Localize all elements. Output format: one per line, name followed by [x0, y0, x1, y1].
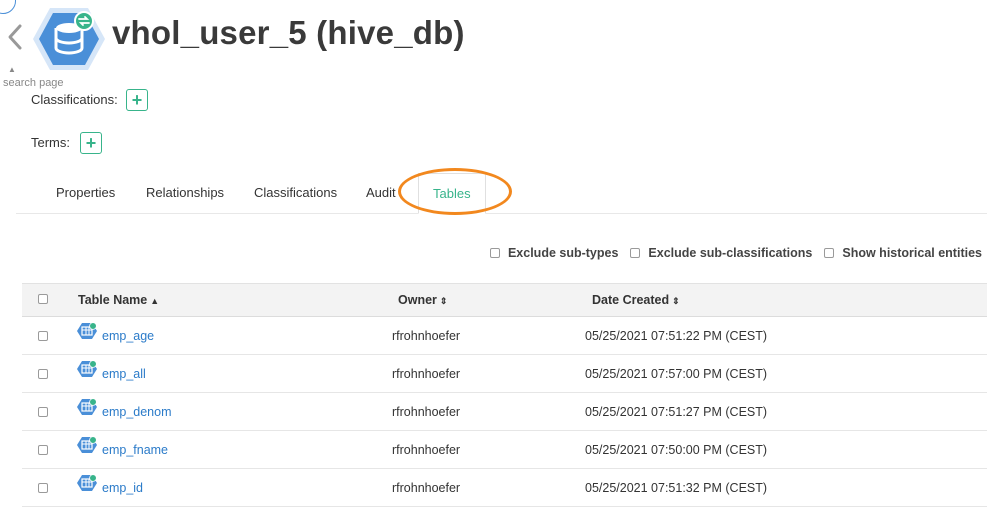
row-checkbox[interactable] — [38, 483, 48, 493]
row-checkbox[interactable] — [38, 331, 48, 341]
tab-tables[interactable]: Tables — [418, 173, 486, 214]
table-name-cell: emp_id — [77, 469, 143, 507]
show-historical-entities-filter[interactable]: Show historical entities — [824, 246, 982, 260]
table-name-cell: emp_age — [77, 317, 154, 355]
table-row: emp_id rfrohnhoefer 05/25/2021 07:51:32 … — [22, 469, 987, 507]
select-all-checkbox[interactable] — [38, 294, 48, 304]
column-header-date-created[interactable]: Date Created ⇕ — [592, 284, 680, 318]
table-name-link[interactable]: emp_all — [102, 355, 146, 393]
tables-table: Table Name ▲ Owner ⇕ Date Created ⇕ emp_age — [22, 283, 987, 507]
exclude-sub-classifications-filter[interactable]: Exclude sub-classifications — [630, 246, 812, 260]
date-created-cell: 05/25/2021 07:51:27 PM (CEST) — [585, 405, 768, 419]
exclude-sub-types-filter[interactable]: Exclude sub-types — [489, 246, 619, 260]
tab-classifications[interactable]: Classifications — [254, 173, 337, 213]
column-header-label: Owner — [398, 293, 437, 307]
sort-icon: ⇕ — [672, 296, 680, 306]
plus-icon: + — [85, 133, 97, 153]
tab-relationships[interactable]: Relationships — [146, 173, 224, 213]
add-classification-button[interactable]: + — [126, 89, 148, 111]
tab-audit[interactable]: Audit — [366, 173, 396, 213]
date-created-cell: 05/25/2021 07:51:32 PM (CEST) — [585, 481, 768, 495]
table-icon — [77, 393, 97, 431]
add-term-button[interactable]: + — [80, 132, 102, 154]
table-header: Table Name ▲ Owner ⇕ Date Created ⇕ — [22, 283, 987, 317]
table-name-cell: emp_all — [77, 355, 146, 393]
classifications-label: Classifications: — [31, 92, 118, 107]
table-row: emp_fname rfrohnhoefer 05/25/2021 07:50:… — [22, 431, 987, 469]
date-created-cell: 05/25/2021 07:51:22 PM (CEST) — [585, 329, 768, 343]
search-page-link[interactable]: search page — [3, 77, 64, 89]
table-name-link[interactable]: emp_denom — [102, 393, 172, 431]
table-name-link[interactable]: emp_age — [102, 317, 154, 355]
database-icon — [32, 6, 106, 72]
table-row: emp_all rfrohnhoefer 05/25/2021 07:57:00… — [22, 355, 987, 393]
tab-properties[interactable]: Properties — [56, 173, 115, 213]
column-header-owner[interactable]: Owner ⇕ — [398, 284, 447, 318]
table-row: emp_age rfrohnhoefer 05/25/2021 07:51:22… — [22, 317, 987, 355]
page-title: vhol_user_5 (hive_db) — [112, 14, 465, 51]
row-checkbox[interactable] — [38, 407, 48, 417]
sort-ascending-icon: ▲ — [150, 296, 160, 306]
column-header-label: Date Created — [592, 293, 670, 307]
exclude-sub-classifications-checkbox[interactable] — [630, 248, 641, 258]
table-name-link[interactable]: emp_id — [102, 469, 143, 507]
filter-options: Exclude sub-types Exclude sub-classifica… — [478, 244, 982, 262]
table-name-link[interactable]: emp_fname — [102, 431, 168, 469]
row-checkbox[interactable] — [38, 445, 48, 455]
show-historical-entities-label: Show historical entities — [842, 246, 982, 260]
exclude-sub-types-checkbox[interactable] — [489, 248, 500, 258]
owner-cell: rfrohnhoefer — [392, 481, 461, 495]
back-chevron-icon[interactable] — [4, 22, 26, 52]
table-name-cell: emp_fname — [77, 431, 168, 469]
owner-cell: rfrohnhoefer — [392, 367, 461, 381]
exclude-sub-classifications-label: Exclude sub-classifications — [648, 246, 813, 260]
entity-tabs: Properties Relationships Classifications… — [16, 173, 987, 214]
column-header-label: Table Name — [78, 293, 148, 307]
row-checkbox[interactable] — [38, 369, 48, 379]
column-header-table-name[interactable]: Table Name ▲ — [78, 284, 159, 318]
table-icon — [77, 355, 97, 393]
show-historical-entities-checkbox[interactable] — [824, 248, 835, 258]
exclude-sub-types-label: Exclude sub-types — [507, 246, 619, 260]
table-row: emp_denom rfrohnhoefer 05/25/2021 07:51:… — [22, 393, 987, 431]
table-icon — [77, 431, 97, 469]
table-body: emp_age rfrohnhoefer 05/25/2021 07:51:22… — [22, 317, 987, 507]
date-created-cell: 05/25/2021 07:57:00 PM (CEST) — [585, 367, 768, 381]
caret-up-icon: ▲ — [8, 65, 16, 74]
plus-icon: + — [131, 90, 143, 110]
terms-label: Terms: — [31, 135, 70, 150]
table-name-cell: emp_denom — [77, 393, 172, 431]
corner-circle-icon — [0, 0, 16, 14]
table-icon — [77, 317, 97, 355]
owner-cell: rfrohnhoefer — [392, 443, 461, 457]
table-icon — [77, 469, 97, 507]
owner-cell: rfrohnhoefer — [392, 405, 461, 419]
date-created-cell: 05/25/2021 07:50:00 PM (CEST) — [585, 443, 768, 457]
owner-cell: rfrohnhoefer — [392, 329, 461, 343]
sort-icon: ⇕ — [439, 296, 448, 306]
